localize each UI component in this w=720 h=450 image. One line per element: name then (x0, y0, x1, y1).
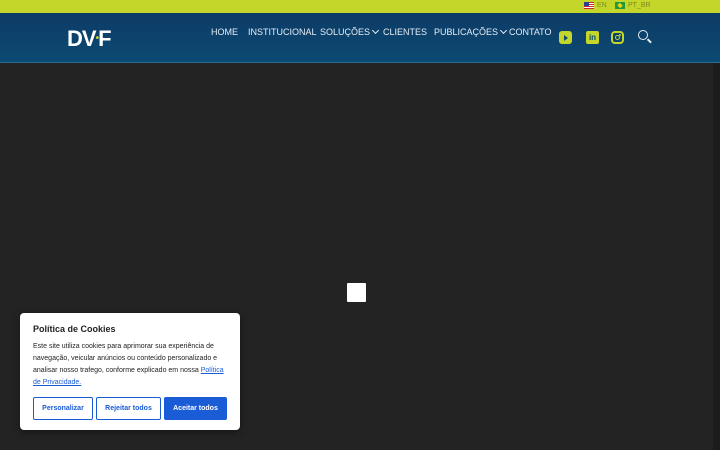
cookie-banner-body: Este site utiliza cookies para aprimorar… (33, 343, 218, 374)
br-flag-icon (615, 2, 625, 9)
cookie-banner-title: Política de Cookies (33, 324, 116, 334)
youtube-icon[interactable] (559, 31, 572, 44)
instagram-icon[interactable] (611, 31, 624, 44)
cookie-banner: Política de Cookies Este site utiliza co… (20, 313, 240, 430)
linkedin-icon[interactable]: in (586, 31, 599, 44)
nav-publicacoes[interactable]: PUBLICAÇÕES (434, 26, 508, 37)
nav-home[interactable]: HOME (211, 27, 238, 37)
reject-all-button[interactable]: Rejeitar todos (96, 397, 161, 420)
nav-solucoes-label: SOLUÇÕES (320, 27, 371, 37)
nav-clientes[interactable]: CLIENTES (383, 27, 427, 37)
logo-dot: • (95, 32, 99, 44)
chevron-down-icon (499, 26, 508, 35)
chevron-down-icon (371, 26, 380, 35)
logo-text-dv: DV (67, 26, 97, 51)
nav-contato-label: CONTATO (509, 27, 552, 37)
loading-indicator (347, 283, 366, 302)
customize-button[interactable]: Personalizar (33, 397, 93, 420)
top-bar: EN PT_BR (0, 0, 720, 13)
logo-text-f: F (98, 26, 111, 51)
search-icon[interactable] (638, 30, 648, 40)
nav-contato[interactable]: CONTATO (509, 27, 552, 37)
nav-home-label: HOME (211, 27, 238, 37)
nav-publicacoes-label: PUBLICAÇÕES (434, 27, 499, 37)
cookie-banner-text: Este site utiliza cookies para aprimorar… (33, 341, 229, 389)
nav-solucoes[interactable]: SOLUÇÕES (320, 26, 380, 37)
accept-all-button[interactable]: Aceitar todos (164, 397, 227, 420)
language-pt-br[interactable]: PT_BR (615, 2, 651, 9)
dvf-logo[interactable]: DV•F (67, 26, 112, 52)
language-en[interactable]: EN (584, 2, 607, 9)
nav-clientes-label: CLIENTES (383, 27, 428, 37)
nav-institucional-label: INSTITUCIONAL (248, 27, 317, 37)
language-pt-br-label: PT_BR (628, 2, 651, 9)
us-flag-icon (584, 2, 594, 9)
page-scrollbar[interactable] (713, 63, 720, 450)
nav-institucional[interactable]: INSTITUCIONAL (248, 27, 317, 37)
language-en-label: EN (597, 2, 607, 9)
